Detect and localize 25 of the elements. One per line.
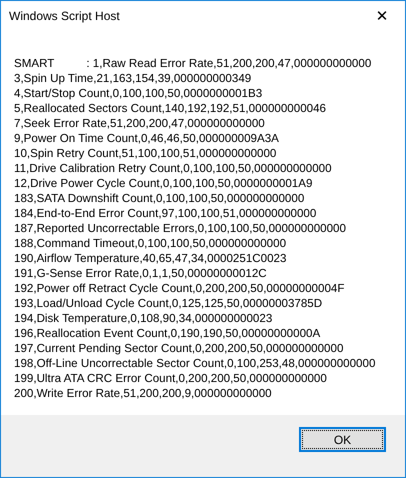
message-line: 5,Reallocated Sectors Count,140,192,192,51,000000000046 xyxy=(14,101,327,116)
message-line: 199,Ultra ATA CRC Error Count,0,200,200,50,000000000000 xyxy=(14,371,328,386)
message-line: 11,Drive Calibration Retry Count,0,100,100,50,000000000000 xyxy=(14,161,333,176)
message-line: 7,Seek Error Rate,51,200,200,47,000000000000 xyxy=(14,116,266,131)
message-line: 190,Airflow Temperature,40,65,47,34,0000251C0023 xyxy=(14,251,288,266)
message-line: 188,Command Timeout,0,100,100,50,000000000000 xyxy=(14,236,288,251)
message-line: 3,Spin Up Time,21,163,154,39,000000000349 xyxy=(14,71,252,86)
message-line: 9,Power On Time Count,0,46,46,50,000000009A3A xyxy=(14,131,280,146)
message-line: 10,Spin Retry Count,51,100,100,51,000000000000 xyxy=(14,146,278,161)
message-line: 191,G-Sense Error Rate,0,1,1,50,00000000012C xyxy=(14,266,268,281)
message-line: 4,Start/Stop Count,0,100,100,50,0000000001B3 xyxy=(14,86,264,101)
message-line: 12,Drive Power Cycle Count,0,100,100,50,0000000001A9 xyxy=(14,176,314,191)
message-line: 192,Power off Retract Cycle Count,0,200,200,50,00000000004F xyxy=(14,281,346,296)
message-line: SMART : 1,Raw Read Error Rate,51,200,200,47,000000000000 xyxy=(14,56,372,71)
message-line: 193,Load/Unload Cycle Count,0,125,125,50,00000003785D xyxy=(14,296,324,311)
window-title: Windows Script Host xyxy=(9,9,120,23)
message-line: 200,Write Error Rate,51,200,200,9,000000000000 xyxy=(14,386,273,401)
ok-button[interactable]: OK xyxy=(299,427,386,452)
message-line: 183,SATA Downshift Count,0,100,100,50,000000000000 xyxy=(14,191,306,206)
message-line: 197,Current Pending Sector Count,0,200,200,50,000000000000 xyxy=(14,341,344,356)
message-line: 196,Reallocation Event Count,0,190,190,50,00000000000A xyxy=(14,326,322,341)
message-line: 187,Reported Uncorrectable Errors,0,100,100,50,000000000000 xyxy=(14,221,347,236)
message-line: 198,Off-Line Uncorrectable Sector Count,0,100,253,48,000000000000 xyxy=(14,356,376,371)
message-line: 184,End-to-End Error Count,97,100,100,51,000000000000 xyxy=(14,206,318,221)
message-line: 194,Disk Temperature,0,108,90,34,000000000023 xyxy=(14,311,274,326)
